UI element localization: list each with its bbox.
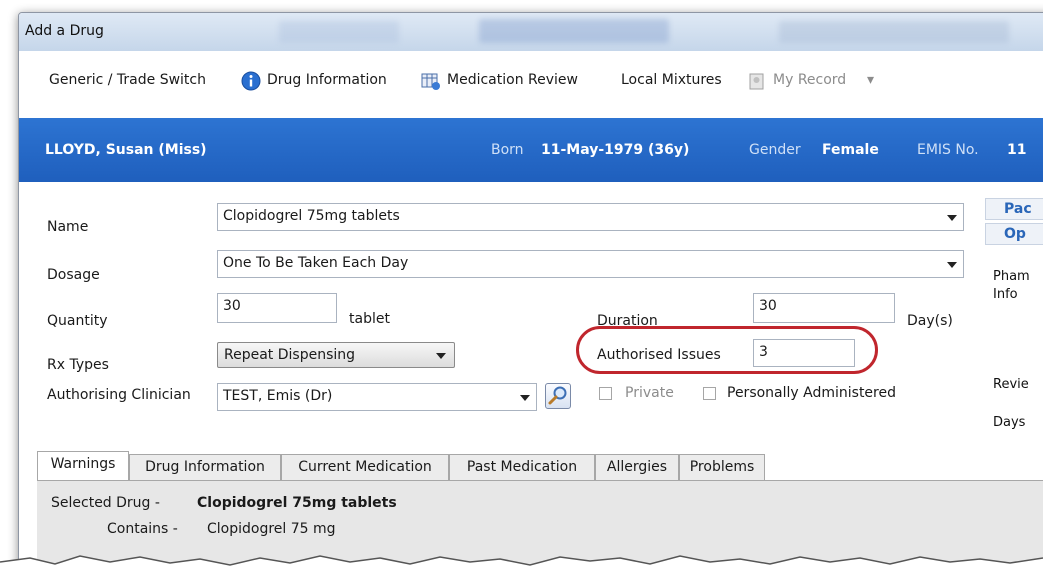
emis-number-label: EMIS No. [917,142,979,158]
chevron-down-icon[interactable] [947,215,957,221]
private-checkbox[interactable] [599,387,612,400]
tab-past-medication[interactable]: Past Medication [449,454,595,480]
quantity-value: 30 [223,298,241,314]
tab-allergies[interactable]: Allergies [595,454,679,480]
authorising-clinician-value: TEST, Emis (Dr) [223,388,333,404]
quantity-input[interactable]: 30 [217,293,337,323]
torn-edge-decoration [0,555,1043,580]
blurred-background-toolbar [479,19,669,43]
local-mixtures-button[interactable]: Local Mixtures [621,72,722,88]
pharmacy-info-label-line1: Pham [993,269,1030,284]
selected-drug-label: Selected Drug - [51,495,160,511]
search-icon [548,386,567,405]
rx-types-label: Rx Types [47,357,109,373]
clinician-search-button[interactable] [545,383,571,409]
chevron-down-icon[interactable] [436,353,446,359]
medication-review-icon [421,73,440,90]
authorised-issues-highlight [576,326,878,374]
personally-administered-label: Personally Administered [727,385,896,401]
tab-warnings[interactable]: Warnings [37,451,129,481]
medication-review-button[interactable]: Medication Review [447,72,578,88]
name-label: Name [47,219,89,235]
my-record-button[interactable]: My Record [773,72,846,88]
selected-drug-value: Clopidogrel 75mg tablets [197,495,397,511]
personally-administered-checkbox[interactable] [703,387,716,400]
contains-value: Clopidogrel 75 mg [207,521,336,537]
pharmacy-info-label-line2: Info [993,287,1018,302]
generic-trade-switch-button[interactable]: Generic / Trade Switch [49,72,206,88]
duration-unit: Day(s) [907,313,953,329]
dosage-combobox[interactable]: One To Be Taken Each Day [217,250,964,278]
chevron-down-icon[interactable] [520,395,530,401]
duration-value: 30 [759,298,777,314]
patient-name: LLOYD, Susan (Miss) [45,142,207,158]
rx-types-select[interactable]: Repeat Dispensing [217,342,455,368]
chevron-down-icon[interactable] [947,262,957,268]
options-section-header[interactable]: Op [985,223,1043,245]
review-label: Revie [993,377,1029,392]
gender-label: Gender [749,142,801,158]
born-label: Born [491,142,524,158]
tab-drug-information[interactable]: Drug Information [129,454,281,480]
contains-label: Contains - [107,521,178,537]
chevron-down-icon: ▾ [867,72,875,88]
days-label: Days [993,415,1026,430]
dosage-label: Dosage [47,267,100,283]
authorising-clinician-combobox[interactable]: TEST, Emis (Dr) [217,383,537,411]
quantity-label: Quantity [47,313,108,329]
name-combobox[interactable]: Clopidogrel 75mg tablets [217,203,964,231]
rx-types-value: Repeat Dispensing [224,347,356,363]
window-title: Add a Drug [25,23,104,39]
toolbar: Generic / Trade Switch Drug Information … [19,61,1043,101]
private-label: Private [625,385,674,401]
quantity-unit: tablet [349,311,390,327]
add-drug-window: Add a Drug Generic / Trade Switch Drug I… [18,12,1043,574]
name-value: Clopidogrel 75mg tablets [223,208,400,224]
my-record-icon [749,73,764,90]
blurred-background-toolbar [279,21,399,43]
authorising-clinician-label: Authorising Clinician [47,387,191,403]
born-value: 11-May-1979 (36y) [541,142,690,158]
tab-problems[interactable]: Problems [679,454,765,480]
dosage-value: One To Be Taken Each Day [223,255,409,271]
blurred-background-toolbar [779,21,1009,43]
duration-input[interactable]: 30 [753,293,895,323]
pack-section-header[interactable]: Pac [985,198,1043,220]
title-bar: Add a Drug [19,13,1043,51]
emis-number-value: 11 [1007,142,1027,158]
gender-value: Female [822,142,879,158]
info-icon [241,71,261,91]
tab-current-medication[interactable]: Current Medication [281,454,449,480]
drug-information-button[interactable]: Drug Information [267,72,387,88]
patient-banner: LLOYD, Susan (Miss) Born 11-May-1979 (36… [19,118,1043,182]
